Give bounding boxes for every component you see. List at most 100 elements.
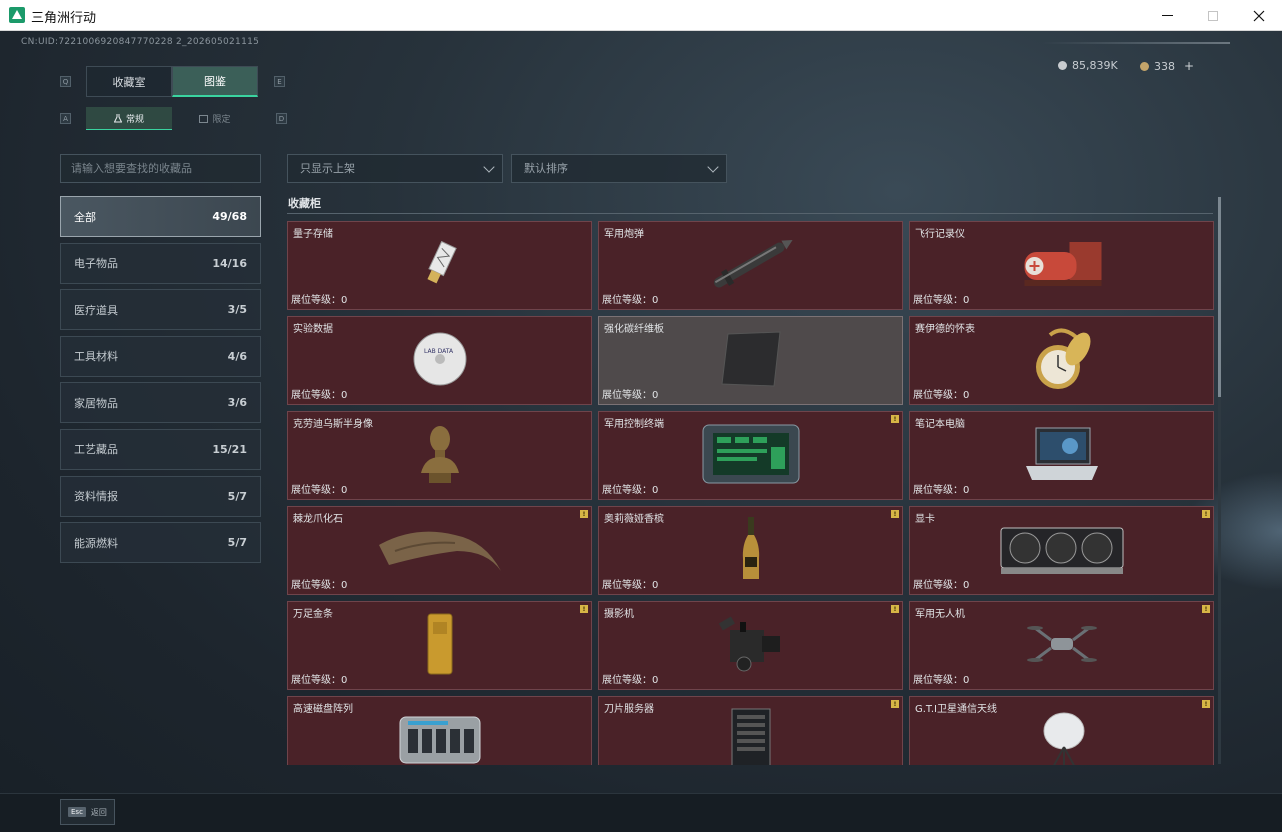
category-count: 49/68 bbox=[212, 210, 247, 223]
key-hint-e: E bbox=[274, 76, 285, 87]
item-display-level: 展位等级：0 bbox=[602, 675, 659, 686]
currency-tokens-value: 338 bbox=[1154, 59, 1175, 73]
currency-coins: 85,839K bbox=[1058, 59, 1118, 72]
sort-dropdown[interactable]: 默认排序 bbox=[511, 154, 727, 183]
item-alert-badge: ! bbox=[1202, 700, 1210, 708]
uid-label: CN:UID:7221006920847770228 2_20260502111… bbox=[21, 37, 260, 47]
sub-tabs: 常规 限定 bbox=[86, 107, 258, 130]
item-recorder-icon bbox=[1014, 234, 1109, 298]
item-display-level: 展位等级：0 bbox=[602, 580, 659, 591]
filter-display-dropdown[interactable]: 只显示上架 bbox=[287, 154, 503, 183]
sort-value: 默认排序 bbox=[524, 162, 568, 175]
collection-item-card[interactable]: 飞行记录仪 展位等级：0 bbox=[909, 221, 1214, 310]
collection-item-card[interactable]: 实验数据 LAB DATA 展位等级：0 bbox=[287, 316, 592, 405]
search-input[interactable] bbox=[60, 154, 261, 183]
category-label: 医疗道具 bbox=[74, 303, 118, 317]
item-name: G.T.I卫星通信天线 bbox=[915, 704, 997, 715]
close-button[interactable] bbox=[1236, 0, 1282, 31]
category-medical[interactable]: 医疗道具 3/5 bbox=[60, 289, 261, 331]
item-name: 显卡 bbox=[915, 514, 935, 525]
collection-item-card[interactable]: 笔记本电脑 展位等级：0 bbox=[909, 411, 1214, 500]
subtab-regular[interactable]: 常规 bbox=[86, 107, 172, 130]
collection-item-card[interactable]: 刀片服务器! bbox=[598, 696, 903, 765]
collection-item-card[interactable]: G.T.I卫星通信天线! bbox=[909, 696, 1214, 765]
back-button[interactable]: Esc 返回 bbox=[60, 799, 115, 825]
item-alert-badge: ! bbox=[891, 605, 899, 613]
collection-item-card[interactable]: 克劳迪乌斯半身像 展位等级：0 bbox=[287, 411, 592, 500]
item-name: 摄影机 bbox=[604, 609, 634, 620]
collection-item-card[interactable]: 万足金条 展位等级：0! bbox=[287, 601, 592, 690]
collection-item-card[interactable]: 量子存储 展位等级：0 bbox=[287, 221, 592, 310]
collection-item-card[interactable]: 强化碳纤维板 展位等级：0 bbox=[598, 316, 903, 405]
collection-item-card[interactable]: 军用无人机 展位等级：0! bbox=[909, 601, 1214, 690]
item-name: 克劳迪乌斯半身像 bbox=[293, 419, 373, 430]
section-divider bbox=[287, 213, 1213, 214]
grid-scrollbar-thumb[interactable] bbox=[1218, 197, 1221, 397]
tab-collection-room[interactable]: 收藏室 bbox=[86, 66, 172, 97]
category-count: 3/5 bbox=[227, 303, 247, 317]
item-bottle-icon bbox=[740, 515, 762, 587]
maximize-button[interactable] bbox=[1190, 0, 1236, 31]
category-label: 资料情报 bbox=[74, 490, 118, 504]
item-display-level: 展位等级：0 bbox=[291, 390, 348, 401]
currency-tokens[interactable]: 338 + bbox=[1140, 59, 1194, 73]
coin-icon bbox=[1058, 61, 1067, 70]
item-name: 棘龙爪化石 bbox=[293, 514, 343, 525]
category-label: 能源燃料 bbox=[74, 536, 118, 550]
item-name: 刀片服务器 bbox=[604, 704, 654, 715]
item-name: 奥莉薇娅香槟 bbox=[604, 514, 664, 525]
category-count: 3/6 bbox=[227, 396, 247, 410]
category-energy[interactable]: 能源燃料 5/7 bbox=[60, 522, 261, 564]
category-household[interactable]: 家居物品 3/6 bbox=[60, 382, 261, 424]
item-alert-badge: ! bbox=[580, 605, 588, 613]
item-name: 笔记本电脑 bbox=[915, 419, 965, 430]
category-count: 14/16 bbox=[212, 256, 247, 270]
collection-item-card[interactable]: 摄影机展位等级：0! bbox=[598, 601, 903, 690]
subtab-limited-label: 限定 bbox=[212, 115, 231, 125]
item-display-level: 展位等级：0 bbox=[291, 580, 348, 591]
collection-grid: 量子存储 展位等级：0 军用炮弹 展位等级：0 飞行记录仪 展位等级：0 实验数据 LAB D… bbox=[287, 221, 1214, 765]
add-currency-button[interactable]: + bbox=[1184, 59, 1194, 73]
section-title: 收藏柜 bbox=[288, 197, 321, 210]
collection-item-card[interactable]: 军用控制终端 展位等级：0! bbox=[598, 411, 903, 500]
currency-coins-value: 85,839K bbox=[1072, 59, 1118, 72]
category-tools[interactable]: 工具材料 4/6 bbox=[60, 335, 261, 377]
item-camera-icon bbox=[716, 612, 786, 680]
collection-item-card[interactable]: 棘龙爪化石展位等级：0! bbox=[287, 506, 592, 595]
minimize-button[interactable] bbox=[1144, 0, 1190, 31]
header-decor-line bbox=[1042, 42, 1230, 44]
category-all[interactable]: 全部 49/68 bbox=[60, 196, 261, 237]
item-bust-icon bbox=[415, 423, 465, 489]
item-display-level: 展位等级：0 bbox=[602, 485, 659, 496]
tab-catalog[interactable]: 图鉴 bbox=[172, 66, 258, 97]
item-display-level: 展位等级：0 bbox=[602, 390, 659, 401]
category-count: 5/7 bbox=[227, 489, 247, 503]
item-name: 强化碳纤维板 bbox=[604, 324, 664, 335]
category-label: 工艺藏品 bbox=[74, 443, 118, 457]
item-name: 量子存储 bbox=[293, 229, 333, 240]
item-display-level: 展位等级：0 bbox=[291, 485, 348, 496]
collection-item-card[interactable]: 显卡 展位等级：0! bbox=[909, 506, 1214, 595]
item-alert-badge: ! bbox=[580, 510, 588, 518]
maximize-icon bbox=[1208, 10, 1218, 21]
collection-item-card[interactable]: 赛伊德的怀表 展位等级：0 bbox=[909, 316, 1214, 405]
collection-item-card[interactable]: 奥莉薇娅香槟 展位等级：0! bbox=[598, 506, 903, 595]
chevron-down-icon bbox=[707, 161, 719, 173]
item-display-level: 展位等级：0 bbox=[291, 675, 348, 686]
collection-item-card[interactable]: 高速磁盘阵列 bbox=[287, 696, 592, 765]
category-label: 全部 bbox=[74, 210, 96, 224]
bottom-bar bbox=[0, 793, 1282, 832]
category-crafts[interactable]: 工艺藏品 15/21 bbox=[60, 428, 261, 470]
item-claw-icon bbox=[375, 521, 505, 581]
category-intel[interactable]: 资料情报 5/7 bbox=[60, 475, 261, 517]
collection-item-card[interactable]: 军用炮弹 展位等级：0 bbox=[598, 221, 903, 310]
subtab-limited[interactable]: 限定 bbox=[172, 107, 258, 130]
item-alert-badge: ! bbox=[891, 700, 899, 708]
item-dish-icon bbox=[1034, 707, 1090, 765]
window-title: 三角洲行动 bbox=[31, 11, 97, 26]
item-server-icon bbox=[728, 707, 774, 765]
category-electronics[interactable]: 电子物品 14/16 bbox=[60, 242, 261, 284]
category-count: 15/21 bbox=[212, 442, 247, 456]
item-drone-icon bbox=[1026, 616, 1097, 676]
item-display-level: 展位等级：0 bbox=[602, 295, 659, 306]
